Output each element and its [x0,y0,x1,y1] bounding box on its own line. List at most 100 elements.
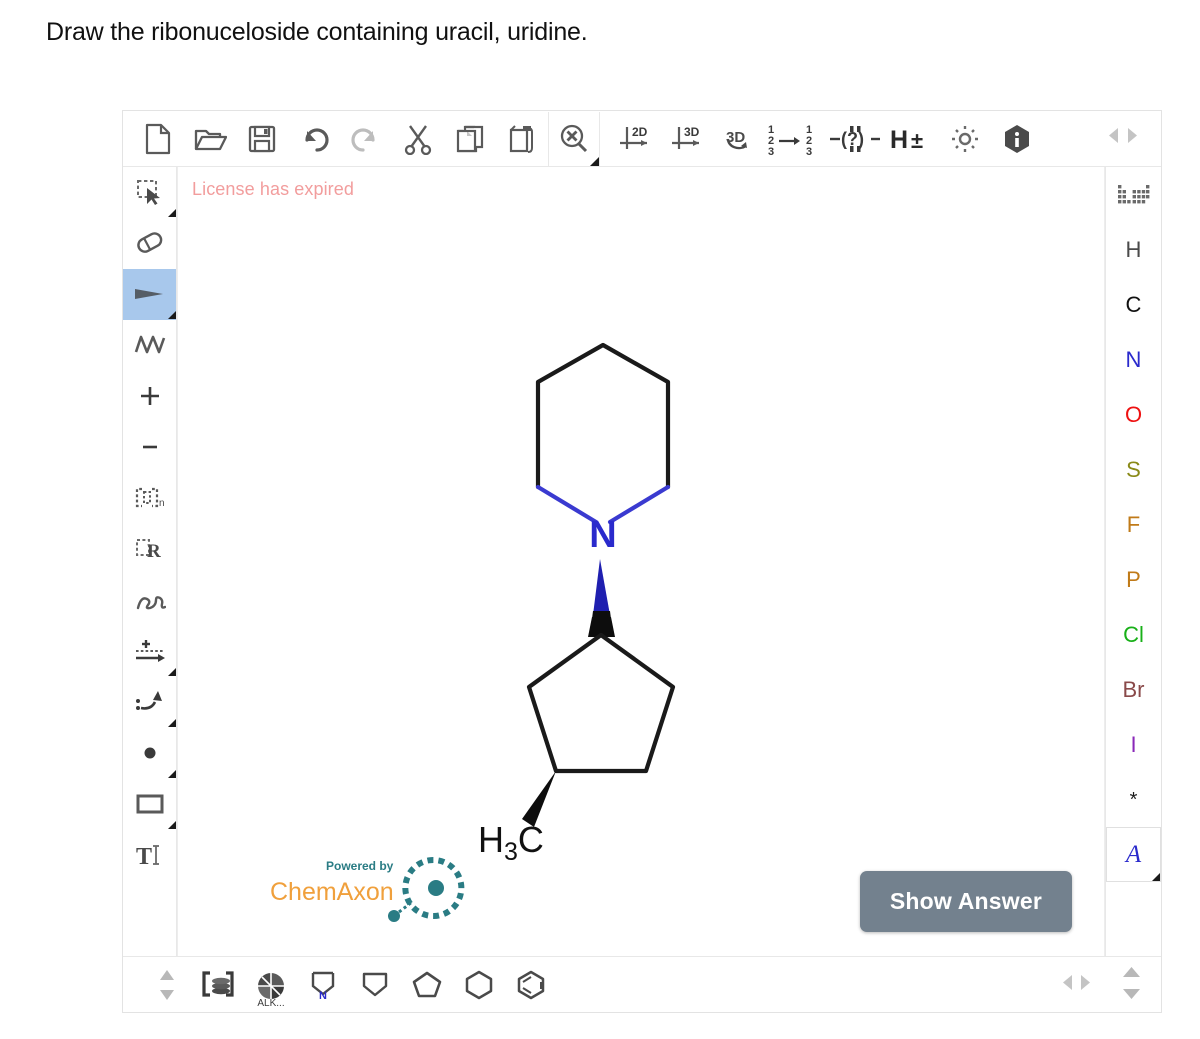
dropdown-corner-icon [1152,873,1160,881]
element-label: Br [1122,676,1145,702]
lasso-tool[interactable] [123,575,176,626]
zoom-clear-icon[interactable] [548,111,600,166]
increase-charge-tool[interactable] [123,371,176,422]
up-arrow-icon[interactable] [1122,965,1141,983]
show-answer-button[interactable]: Show Answer [859,871,1072,932]
dropdown-corner-icon [590,156,599,166]
prev-arrow-icon[interactable] [1061,974,1074,996]
element-label: Cl [1123,621,1144,647]
top-toolbar: 2D 3D 3D 123123 (?) H ± [123,111,1161,167]
hydrogen-toggle-icon[interactable]: H ± [883,112,939,166]
wedge-bond-n-to-ring [593,559,610,615]
template-cyclopentane[interactable] [401,960,453,1010]
element-N[interactable]: N [1106,332,1161,387]
svg-text:3: 3 [768,146,774,156]
svg-text:(?): (?) [841,129,864,149]
element-I[interactable]: I [1106,717,1161,772]
copy-icon[interactable] [444,112,496,166]
template-benzene[interactable] [505,960,557,1010]
element-any[interactable]: * [1106,772,1161,827]
chemaxon-label: ChemAxon [270,878,394,906]
element-A[interactable]: A [1106,827,1161,882]
chemaxon-logo-icon [388,857,465,922]
next-arrow-icon[interactable] [1126,127,1139,149]
svg-text:3: 3 [806,146,812,156]
toolbar-nav-arrows [1107,111,1139,165]
settings-gear-icon[interactable] [939,112,991,166]
atom-dot-tool[interactable] [123,728,176,779]
svg-text:H: H [890,126,908,154]
template-nav [1061,957,1141,1012]
repeating-group-tool[interactable]: n [123,473,176,524]
text-tool[interactable]: T [123,830,176,881]
element-palette: H C N O S F P Cl Br I * A [1105,167,1161,956]
element-Br[interactable]: Br [1106,662,1161,717]
dropdown-corner-icon [168,668,176,676]
cut-scissors-icon[interactable] [392,112,444,166]
svg-text:3D: 3D [684,125,700,139]
dropdown-corner-icon [168,770,176,778]
query-bond-icon[interactable]: (?) [827,112,883,166]
periodic-table-icon[interactable] [1106,167,1161,222]
save-icon[interactable] [236,112,288,166]
element-label: * [1129,788,1138,811]
undo-icon[interactable] [288,112,340,166]
template-cyclohexane[interactable] [453,960,505,1010]
dropdown-corner-icon [168,209,176,217]
paste-icon[interactable] [496,112,548,166]
template-up-down [1122,965,1141,1005]
element-label: P [1126,566,1141,592]
chain-tool[interactable] [123,320,176,371]
element-label: S [1126,456,1141,482]
select-tool[interactable] [123,167,176,218]
rotate-3d-icon[interactable]: 3D [713,112,765,166]
element-label: C [1125,291,1142,317]
chemaxon-watermark: Powered by ChemAxon [270,857,465,922]
dropdown-corner-icon [168,311,176,319]
electron-flow-tool[interactable] [123,677,176,728]
template-alkaloid[interactable]: ALK... [245,960,297,1010]
element-label: O [1124,401,1143,427]
new-file-icon[interactable] [132,112,184,166]
svg-text:2D: 2D [632,125,648,139]
clean-3d-icon[interactable]: 3D [661,112,713,166]
powered-by-label: Powered by [326,859,394,873]
decrease-charge-tool[interactable] [123,422,176,473]
info-icon[interactable] [991,112,1043,166]
next-arrow-icon[interactable] [1079,974,1092,996]
down-arrow-icon[interactable] [1122,987,1141,1005]
svg-text:N: N [319,990,327,1001]
element-label: H [1125,236,1142,262]
open-folder-icon[interactable] [184,112,236,166]
clean-2d-icon[interactable]: 2D [609,112,661,166]
drawing-canvas[interactable]: License has expired N H3C Powered by Che… [177,167,1105,956]
element-C[interactable]: C [1106,277,1161,332]
renumber-icon[interactable]: 123123 [765,112,827,166]
element-O[interactable]: O [1106,387,1161,442]
svg-text:T: T [136,844,152,869]
eraser-tool[interactable] [123,218,176,269]
element-F[interactable]: F [1106,497,1161,552]
template-group-bracket[interactable] [193,960,245,1010]
atom-label-H3C: H3C [478,819,544,866]
element-label: N [1125,346,1142,372]
reaction-arrow-tool[interactable] [123,626,176,677]
prev-arrow-icon[interactable] [1107,127,1120,149]
template-label: ALK... [257,997,285,1009]
redo-icon[interactable] [340,112,392,166]
template-cyclobutane[interactable] [349,960,401,1010]
frame-tool[interactable] [123,779,176,830]
dropdown-corner-icon [168,719,176,727]
element-H[interactable]: H [1106,222,1161,277]
element-Cl[interactable]: Cl [1106,607,1161,662]
wedge-bond-tool[interactable] [123,269,176,320]
atom-label-N: N [589,514,616,556]
element-P[interactable]: P [1106,552,1161,607]
element-S[interactable]: S [1106,442,1161,497]
template-azetidine[interactable]: N [297,960,349,1010]
r-group-tool[interactable]: R [123,524,176,575]
dropdown-corner-icon [168,821,176,829]
template-scroll-stepper[interactable] [141,960,193,1010]
